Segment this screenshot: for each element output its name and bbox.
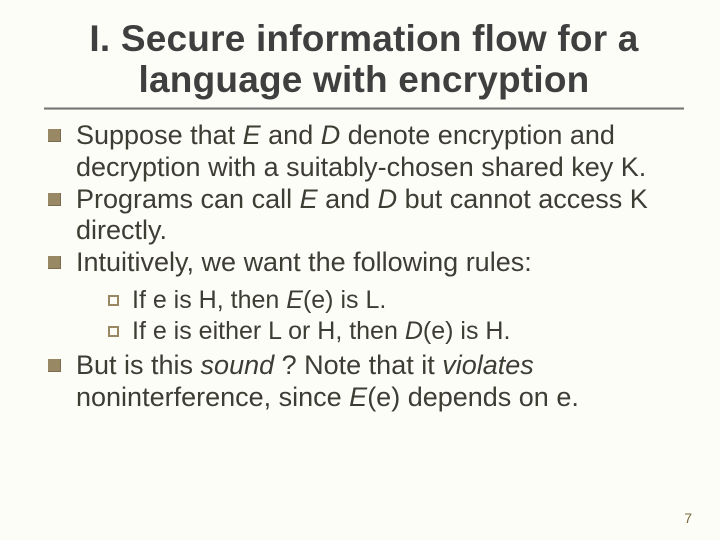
sub-bullet-1: If e is H, then E(e) is L. [108,285,684,316]
slide-title: I. Secure information flow for a languag… [44,18,684,101]
bullet-1: Suppose that E and D denote encryption a… [48,120,684,184]
text: Programs can call [76,184,300,214]
text: ? Note that it [274,350,442,380]
bullet-list: Suppose that E and D denote encryption a… [44,120,684,414]
symbol-E: E [243,120,261,150]
text: (e) depends on e. [367,382,579,412]
text: noninterference, since [76,382,349,412]
symbol-D: D [321,120,341,150]
bullet-3: Intuitively, we want the following rules… [48,247,684,346]
emph-sound: sound [201,350,275,380]
symbol-E: E [286,286,303,314]
title-line-1: I. Secure information flow for a [89,18,638,59]
text: (e) is H. [423,317,511,345]
text: But is this [76,350,201,380]
symbol-E: E [300,184,318,214]
title-line-2: language with encryption [139,59,590,100]
symbol-D: D [405,317,423,345]
bullet-2: Programs can call E and D but cannot acc… [48,184,684,248]
title-underline [44,107,684,110]
text: (e) is L. [303,286,386,314]
symbol-E: E [349,382,367,412]
sub-bullet-list: If e is H, then E(e) is L. If e is eithe… [76,285,684,346]
emph-violates: violates [442,350,534,380]
text: and [261,120,321,150]
text: If e is either L or H, then [132,317,405,345]
text: Intuitively, we want the following rules… [76,247,532,277]
sub-bullet-2: If e is either L or H, then D(e) is H. [108,316,684,347]
text: and [318,184,378,214]
slide: I. Secure information flow for a languag… [0,0,720,540]
text: Suppose that [76,120,243,150]
text: If e is H, then [132,286,286,314]
slide-number: 7 [684,510,692,526]
symbol-D: D [378,184,398,214]
bullet-4: But is this sound ? Note that it violate… [48,350,684,414]
